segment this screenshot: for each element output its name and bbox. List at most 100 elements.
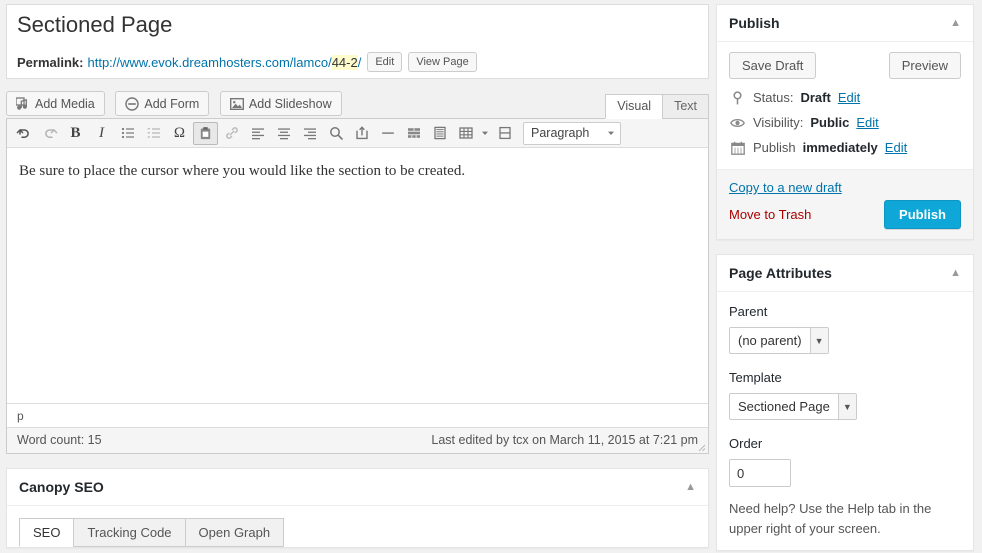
- page-attributes-body: Parent (no parent) ▼ Template Sectioned …: [717, 292, 973, 550]
- horizontal-rule-icon[interactable]: [375, 122, 400, 145]
- canopy-seo-header[interactable]: Canopy SEO ▲: [7, 469, 708, 506]
- editor-resize-handle[interactable]: [694, 440, 706, 452]
- help-text: Need help? Use the Help tab in the upper…: [729, 501, 932, 536]
- slideshow-icon: [229, 97, 244, 111]
- undo-icon[interactable]: [11, 122, 36, 145]
- add-media-label: Add Media: [35, 96, 95, 111]
- visibility-row: Visibility: Public Edit: [729, 115, 961, 130]
- eye-icon: [729, 117, 746, 129]
- share-icon[interactable]: [349, 122, 374, 145]
- template-select-value: Sectioned Page: [738, 399, 830, 414]
- tab-visual[interactable]: Visual: [605, 94, 664, 119]
- canopy-seo-title: Canopy SEO: [19, 479, 104, 495]
- word-count: Word count: 15: [17, 433, 102, 447]
- status-label: Status:: [753, 90, 794, 105]
- numbered-list-icon[interactable]: [141, 122, 166, 145]
- parent-select[interactable]: (no parent) ▼: [729, 327, 829, 354]
- parent-select-value: (no parent): [738, 333, 802, 348]
- main-editor-column: Permalink: http://www.evok.dreamhosters.…: [6, 4, 709, 548]
- title-panel: Permalink: http://www.evok.dreamhosters.…: [6, 4, 709, 79]
- save-draft-button[interactable]: Save Draft: [729, 52, 817, 79]
- tab-seo[interactable]: SEO: [19, 518, 75, 547]
- bold-icon[interactable]: B: [63, 122, 88, 145]
- table-icon[interactable]: [453, 122, 478, 145]
- add-form-button[interactable]: Add Form: [115, 91, 210, 116]
- wordpress-page-editor: Permalink: http://www.evok.dreamhosters.…: [0, 0, 982, 553]
- page-attributes-header[interactable]: Page Attributes ▲: [717, 255, 973, 292]
- status-edit-link[interactable]: Edit: [838, 90, 860, 105]
- format-select[interactable]: Paragraph: [523, 121, 621, 145]
- publish-title: Publish: [729, 15, 780, 31]
- special-character-icon[interactable]: Ω: [167, 122, 192, 145]
- permalink-url[interactable]: http://www.evok.dreamhosters.com/lamco/4…: [87, 54, 361, 70]
- tab-text[interactable]: Text: [662, 94, 709, 119]
- collapse-toggle-icon[interactable]: ▲: [685, 481, 696, 493]
- tab-tracking-code[interactable]: Tracking Code: [73, 518, 186, 547]
- align-right-icon[interactable]: [297, 122, 322, 145]
- editor-mode-tabs: Visual Text: [605, 94, 709, 119]
- redo-icon[interactable]: [37, 122, 62, 145]
- post-title-input[interactable]: [15, 7, 700, 43]
- editor-paragraph: Be sure to place the cursor where you wo…: [19, 163, 466, 179]
- add-slideshow-label: Add Slideshow: [248, 96, 332, 111]
- publish-button[interactable]: Publish: [884, 200, 961, 229]
- align-center-icon[interactable]: [271, 122, 296, 145]
- publish-button-row: Save Draft Preview: [729, 52, 961, 79]
- permalink-label: Permalink:: [17, 54, 84, 70]
- bulleted-list-icon[interactable]: [115, 122, 140, 145]
- pin-icon: [729, 90, 746, 105]
- template-label: Template: [729, 370, 782, 385]
- search-icon[interactable]: [323, 122, 348, 145]
- collapse-toggle-icon[interactable]: ▲: [950, 267, 961, 279]
- permalink-base: http://www.evok.dreamhosters.com/lamco/: [87, 54, 332, 70]
- sidebar-column: Publish ▲ Save Draft Preview Status: Dra…: [716, 4, 974, 553]
- canopy-seo-panel: Canopy SEO ▲ SEO Tracking Code Open Grap…: [6, 468, 709, 548]
- editor-element-path: p: [7, 403, 708, 427]
- link-icon[interactable]: [219, 122, 244, 145]
- publish-panel: Publish ▲ Save Draft Preview Status: Dra…: [716, 4, 974, 240]
- format-select-value: Paragraph: [531, 126, 590, 140]
- visibility-value: Public: [810, 115, 850, 130]
- status-row: Status: Draft Edit: [729, 90, 961, 105]
- editor-content-area[interactable]: Be sure to place the cursor where you wo…: [7, 148, 708, 403]
- order-label: Order: [729, 436, 763, 451]
- canopy-seo-tabs: SEO Tracking Code Open Graph: [19, 518, 696, 547]
- calendar-icon: [729, 141, 746, 155]
- tab-open-graph[interactable]: Open Graph: [184, 518, 285, 547]
- move-to-trash-link[interactable]: Move to Trash: [729, 207, 811, 222]
- publish-body: Save Draft Preview Status: Draft Edit Vi…: [717, 42, 973, 169]
- permalink-row: Permalink: http://www.evok.dreamhosters.…: [17, 52, 700, 72]
- layout-columns-icon[interactable]: [401, 122, 426, 145]
- align-left-icon[interactable]: [245, 122, 270, 145]
- paste-clipboard-icon[interactable]: [193, 121, 218, 145]
- template-select[interactable]: Sectioned Page ▼: [729, 393, 857, 420]
- preview-button[interactable]: Preview: [888, 52, 961, 79]
- publish-actions: Copy to a new draft Move to Trash Publis…: [717, 169, 973, 239]
- order-input[interactable]: [729, 459, 791, 487]
- content-editor: B I Ω Paragraph Be sure to place the cur…: [6, 118, 709, 454]
- copy-to-new-draft-link[interactable]: Copy to a new draft: [729, 180, 842, 195]
- visibility-edit-link[interactable]: Edit: [856, 115, 878, 130]
- add-slideshow-button[interactable]: Add Slideshow: [219, 91, 342, 116]
- status-value: Draft: [800, 90, 831, 105]
- view-page-button[interactable]: View Page: [408, 52, 477, 72]
- schedule-edit-link[interactable]: Edit: [885, 140, 907, 155]
- add-media-button[interactable]: Add Media: [6, 91, 105, 116]
- page-attributes-title: Page Attributes: [729, 265, 832, 281]
- media-buttons-row: Add Media Add Form Add Slideshow Visual …: [6, 91, 709, 119]
- collapse-toggle-icon[interactable]: ▲: [950, 17, 961, 29]
- canopy-seo-body: SEO Tracking Code Open Graph: [7, 506, 708, 547]
- publish-header[interactable]: Publish ▲: [717, 5, 973, 42]
- chevron-down-icon: [607, 126, 615, 140]
- italic-icon[interactable]: I: [89, 122, 114, 145]
- table-dropdown-caret-icon[interactable]: [479, 129, 491, 137]
- list-view-icon[interactable]: [427, 122, 452, 145]
- editor-status-bar: Word count: 15 Last edited by tcx on Mar…: [7, 427, 708, 453]
- permalink-slug: 44-2: [331, 54, 358, 70]
- edit-slug-button[interactable]: Edit: [367, 52, 403, 72]
- last-edited: Last edited by tcx on March 11, 2015 at …: [431, 433, 698, 447]
- visibility-label: Visibility:: [753, 115, 804, 130]
- split-section-icon[interactable]: [492, 122, 517, 145]
- editor-toolbar: B I Ω Paragraph: [7, 119, 708, 148]
- schedule-label: Publish: [753, 140, 796, 155]
